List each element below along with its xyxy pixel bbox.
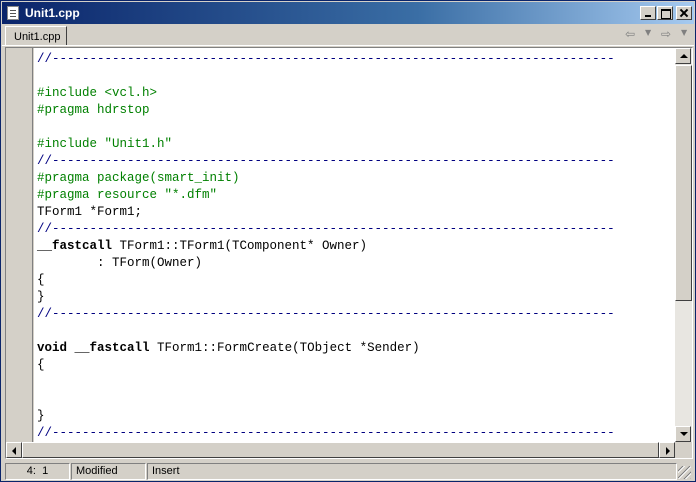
- back-arrow-icon: ⇦: [625, 27, 636, 41]
- code-token: #include "Unit1.h": [37, 137, 173, 151]
- scroll-left-button[interactable]: [6, 442, 22, 458]
- code-token: //--------------------------------------…: [37, 154, 615, 168]
- code-line[interactable]: //--------------------------------------…: [37, 221, 615, 238]
- code-token: }: [37, 290, 45, 304]
- code-token: }: [37, 409, 45, 423]
- code-line[interactable]: //--------------------------------------…: [37, 51, 615, 68]
- code-token: void: [37, 341, 68, 355]
- code-token: __fastcall: [37, 239, 113, 253]
- code-line[interactable]: {: [37, 272, 45, 289]
- code-token: #pragma resource "*.dfm": [37, 188, 218, 202]
- horizontal-scrollbar[interactable]: [6, 442, 675, 458]
- back-button[interactable]: ⇦ ▼: [621, 27, 655, 43]
- vertical-scroll-thumb[interactable]: [675, 65, 692, 301]
- code-token: {: [37, 358, 45, 372]
- code-line[interactable]: : TForm(Owner): [37, 255, 202, 272]
- window-title: Unit1.cpp: [25, 6, 80, 20]
- code-token: {: [37, 273, 45, 287]
- forward-arrow-icon: ⇨: [661, 27, 672, 41]
- code-token: #include <vcl.h>: [37, 86, 158, 100]
- status-bar: 4: 1 Modified Insert: [2, 461, 694, 481]
- code-line[interactable]: }: [37, 408, 45, 425]
- scroll-down-button[interactable]: [675, 426, 691, 442]
- insert-mode-indicator: Insert: [147, 463, 677, 480]
- scroll-right-button[interactable]: [659, 442, 675, 458]
- code-line[interactable]: }: [37, 289, 45, 306]
- code-token: TForm1::TForm1(TComponent* Owner): [112, 239, 368, 253]
- code-line[interactable]: #include <vcl.h>: [37, 85, 157, 102]
- forward-dropdown-icon[interactable]: ▼: [681, 28, 687, 37]
- editor-gutter[interactable]: [6, 48, 33, 442]
- modified-indicator: Modified: [71, 463, 146, 480]
- code-line[interactable]: #pragma hdrstop: [37, 102, 150, 119]
- code-token: #pragma package(smart_init): [37, 171, 240, 185]
- tab-strip: Unit1.cpp ⇦ ▼ ⇨ ▼: [2, 24, 694, 46]
- code-line[interactable]: #include "Unit1.h": [37, 136, 172, 153]
- minimize-button[interactable]: [640, 6, 656, 20]
- code-token: //--------------------------------------…: [37, 52, 615, 66]
- scroll-up-button[interactable]: [675, 48, 691, 64]
- tab-unit1-cpp[interactable]: Unit1.cpp: [5, 26, 67, 46]
- code-token: TForm1 *Form1;: [37, 205, 143, 219]
- vertical-scrollbar[interactable]: [675, 48, 692, 442]
- document-icon: [7, 6, 19, 20]
- code-token: //--------------------------------------…: [37, 307, 615, 321]
- back-dropdown-icon[interactable]: ▼: [645, 28, 651, 37]
- code-editor[interactable]: //--------------------------------------…: [34, 48, 675, 442]
- close-button[interactable]: [676, 6, 692, 20]
- title-bar[interactable]: Unit1.cpp: [2, 2, 694, 24]
- code-token: : TForm(Owner): [37, 256, 203, 270]
- editor-window: Unit1.cpp Unit1.cpp ⇦ ▼ ⇨ ▼ //----------…: [0, 0, 696, 482]
- code-line[interactable]: __fastcall TForm1::TForm1(TComponent* Ow…: [37, 238, 367, 255]
- code-token: __fastcall: [74, 341, 150, 355]
- code-line[interactable]: void __fastcall TForm1::FormCreate(TObje…: [37, 340, 420, 357]
- code-token: TForm1::FormCreate(TObject *Sender): [149, 341, 420, 355]
- down-arrow-icon: [680, 432, 688, 436]
- code-line[interactable]: {: [37, 357, 45, 374]
- scrollbar-corner: [675, 442, 692, 458]
- up-arrow-icon: [680, 54, 688, 58]
- horizontal-scroll-thumb[interactable]: [22, 442, 659, 458]
- left-arrow-icon: [12, 447, 16, 455]
- right-arrow-icon: [666, 447, 670, 455]
- resize-grip-icon[interactable]: [678, 466, 691, 479]
- tab-divider: [2, 45, 694, 46]
- code-line[interactable]: //--------------------------------------…: [37, 425, 615, 442]
- maximize-button[interactable]: [657, 6, 673, 20]
- code-line[interactable]: #pragma resource "*.dfm": [37, 187, 217, 204]
- code-token: #pragma hdrstop: [37, 103, 150, 117]
- code-line[interactable]: #pragma package(smart_init): [37, 170, 240, 187]
- code-line[interactable]: //--------------------------------------…: [37, 153, 615, 170]
- code-token: //--------------------------------------…: [37, 426, 615, 440]
- code-line[interactable]: //--------------------------------------…: [37, 306, 615, 323]
- code-line[interactable]: TForm1 *Form1;: [37, 204, 142, 221]
- code-token: //--------------------------------------…: [37, 222, 615, 236]
- cursor-position: 4: 1: [5, 463, 70, 480]
- forward-button[interactable]: ⇨ ▼: [657, 27, 691, 43]
